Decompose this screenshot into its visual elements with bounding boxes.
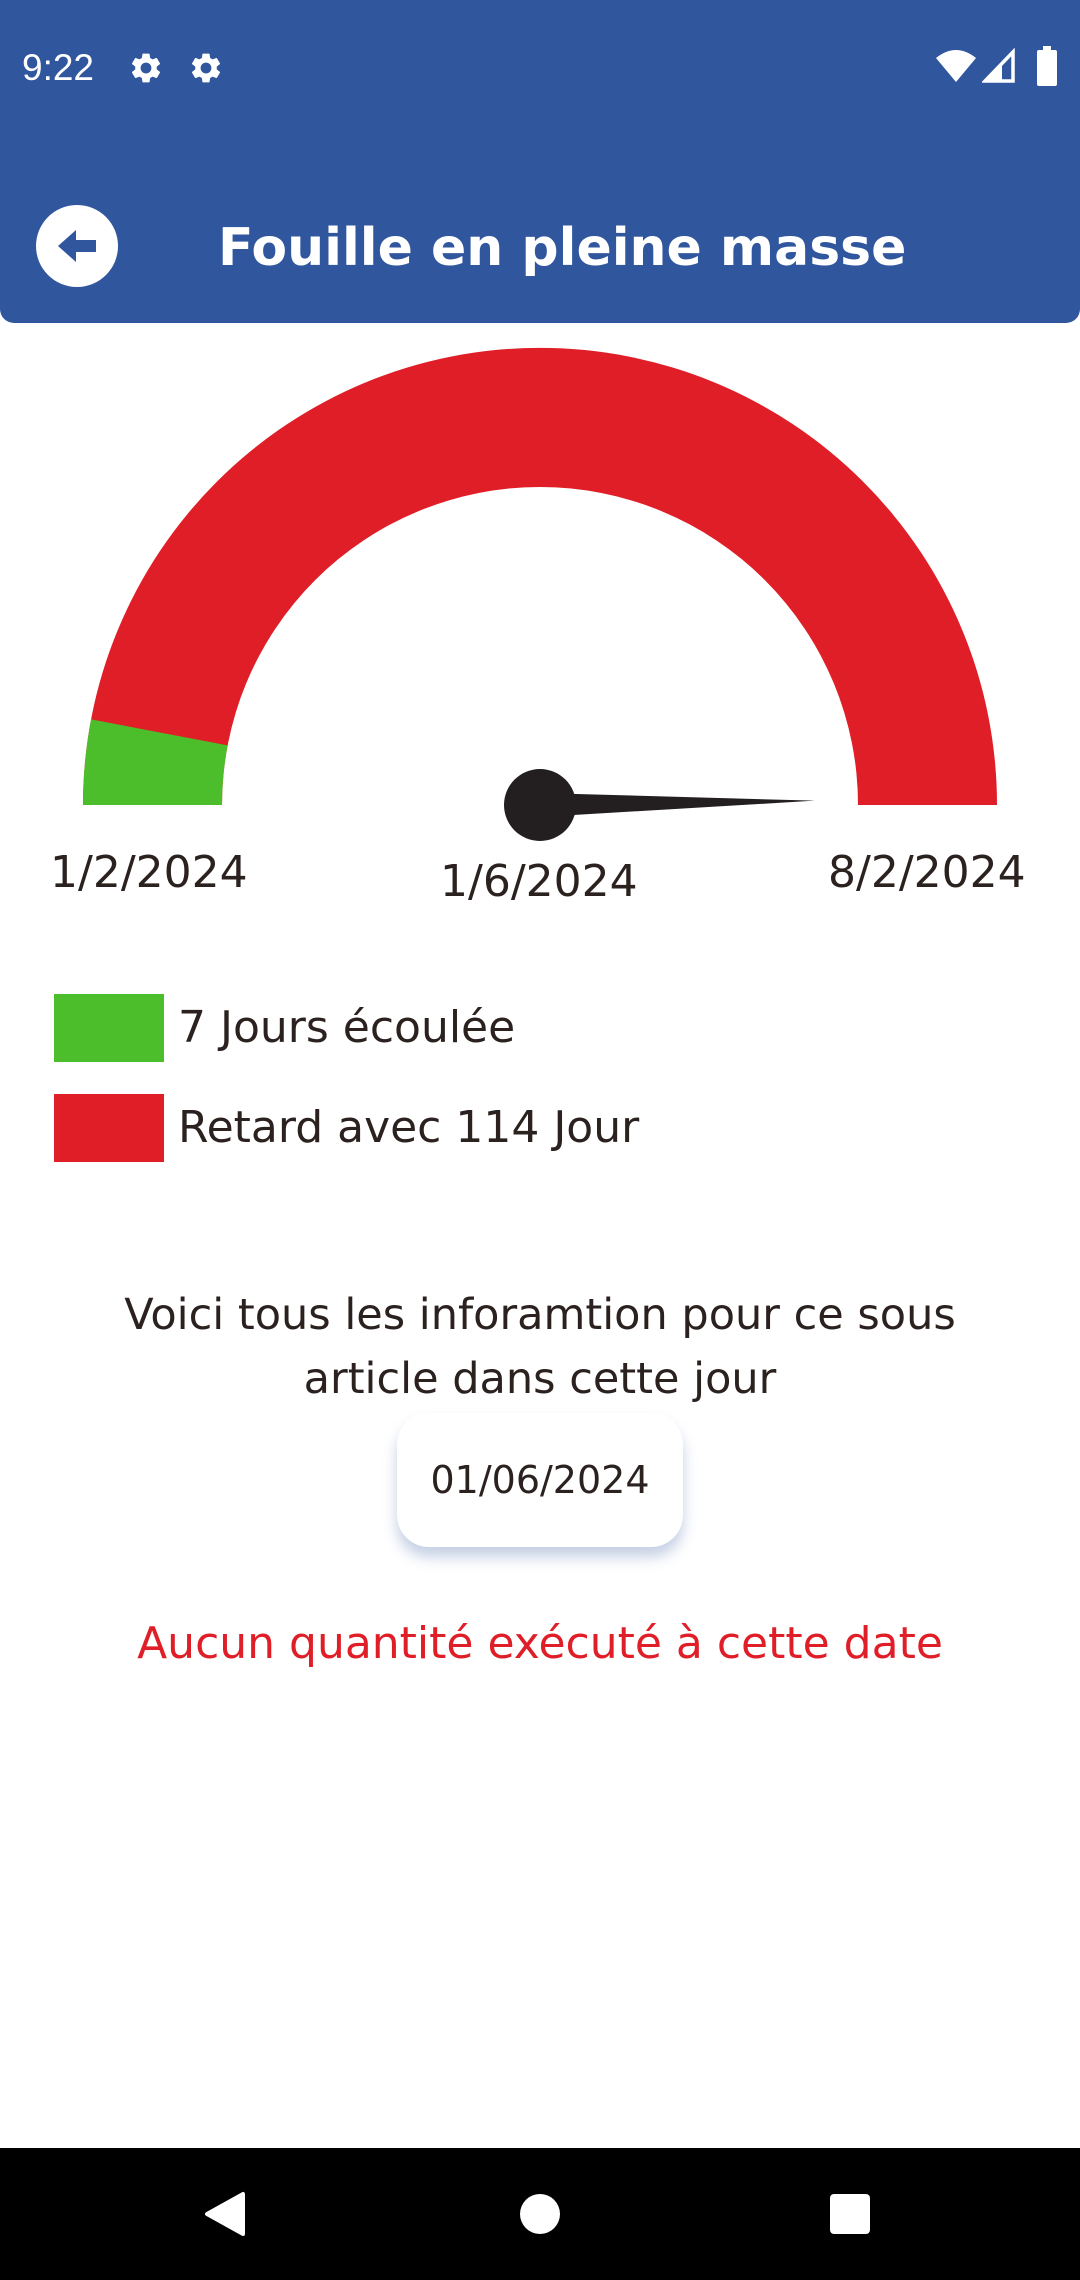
nav-back-button[interactable] bbox=[145, 2148, 305, 2280]
nav-home-button[interactable] bbox=[460, 2148, 620, 2280]
gauge-needle-hub bbox=[504, 769, 576, 841]
legend-elapsed: 7 Jours écoulée bbox=[54, 994, 515, 1062]
gauge-start-date: 1/2/2024 bbox=[50, 847, 248, 898]
settings-gear-icon bbox=[131, 53, 161, 83]
info-text: Voici tous les inforamtion pour ce sous … bbox=[124, 1290, 956, 1404]
recents-square-icon bbox=[830, 2194, 870, 2234]
legend-delay: Retard avec 114 Jour bbox=[54, 1094, 639, 1162]
app-bar: 9:22 Fouille en pleine masse bbox=[0, 0, 1080, 323]
legend-swatch-elapsed bbox=[54, 994, 164, 1062]
date-picker-button[interactable]: 01/06/2024 bbox=[397, 1413, 683, 1547]
status-time: 9:22 bbox=[22, 47, 95, 88]
status-bar: 9:22 bbox=[0, 0, 1080, 135]
legend-label-delay: Retard avec 114 Jour bbox=[178, 1102, 640, 1153]
legend-swatch-delay bbox=[54, 1094, 164, 1162]
legend-label-elapsed: 7 Jours écoulée bbox=[178, 1002, 516, 1053]
signal-icon bbox=[982, 48, 1015, 83]
arrow-left-circle-icon bbox=[58, 230, 96, 262]
back-triangle-icon bbox=[205, 2192, 245, 2236]
page-title: Fouille en pleine masse bbox=[218, 218, 907, 278]
gauge-end-date: 8/2/2024 bbox=[828, 847, 1026, 898]
progress-gauge bbox=[82, 347, 997, 841]
home-circle-icon bbox=[520, 2194, 560, 2234]
back-button[interactable] bbox=[36, 205, 118, 287]
gauge-needle bbox=[539, 793, 815, 817]
gauge-delay-arc bbox=[82, 347, 997, 805]
wifi-icon bbox=[936, 50, 976, 82]
system-nav-bar bbox=[0, 2148, 1080, 2280]
no-data-message: Aucun quantité exécuté à cette date bbox=[137, 1618, 943, 1669]
settings-outline-icon bbox=[191, 53, 221, 83]
gauge-pointer-date: 1/6/2024 bbox=[440, 856, 638, 907]
battery-icon bbox=[1037, 46, 1057, 86]
nav-recents-button[interactable] bbox=[770, 2148, 930, 2280]
